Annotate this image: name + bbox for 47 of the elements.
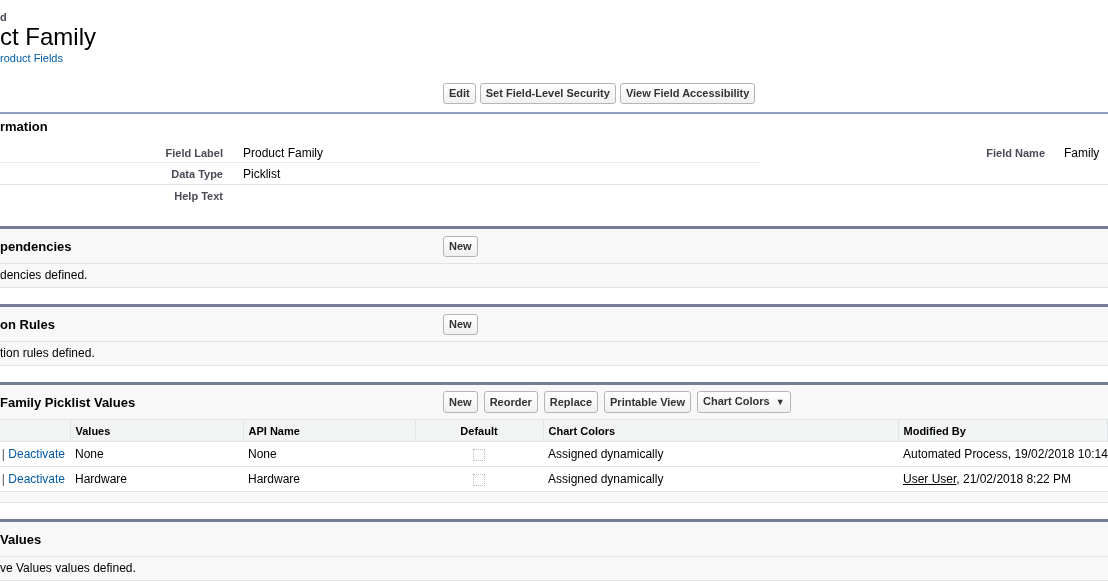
section-button[interactable]: New bbox=[443, 313, 478, 335]
column-header: API Name bbox=[243, 420, 415, 442]
field-label: Field Name bbox=[986, 146, 1045, 159]
table-cell: Hardware bbox=[70, 466, 243, 492]
section-button[interactable]: Printable View bbox=[604, 391, 691, 413]
deactivate-link[interactable]: Deactivate bbox=[8, 472, 65, 486]
empty-message: tion rules defined. bbox=[0, 346, 95, 360]
toolbar-button[interactable]: Edit bbox=[443, 83, 476, 104]
toolbar-button[interactable]: Set Field-Level Security bbox=[479, 83, 616, 104]
field-label: Data Type bbox=[170, 167, 224, 180]
table-cell: Assigned dynamically bbox=[543, 466, 898, 492]
user-name: Automated Process bbox=[903, 447, 1008, 461]
field-value: Family bbox=[1064, 145, 1100, 160]
section-title: pendencies bbox=[0, 238, 73, 254]
column-header: Chart Colors bbox=[543, 420, 898, 442]
page-title: ct Family bbox=[0, 24, 97, 50]
section-title: Values bbox=[0, 531, 43, 547]
back-link[interactable]: roduct Fields bbox=[0, 50, 63, 66]
modified-date: , 19/02/2018 10:14 bbox=[1007, 447, 1108, 461]
user-link[interactable]: User User bbox=[903, 472, 957, 486]
field-label: Help Text bbox=[173, 189, 224, 202]
breadcrumb: d bbox=[0, 10, 8, 24]
section-button[interactable]: Replace bbox=[543, 391, 598, 413]
field-value: Picklist bbox=[243, 166, 281, 181]
toolbar-button[interactable]: View Field Accessibility bbox=[619, 83, 756, 104]
deactivate-link[interactable]: Deactivate bbox=[8, 447, 65, 461]
table-cell: Assigned dynamically bbox=[543, 441, 898, 467]
section-button[interactable]: New bbox=[443, 235, 478, 257]
empty-message: dencies defined. bbox=[0, 268, 88, 282]
column-header: Default bbox=[415, 420, 543, 442]
empty-message: ve Values values defined. bbox=[0, 561, 136, 575]
table-cell: None bbox=[243, 441, 415, 467]
table-cell: Hardware bbox=[243, 466, 415, 492]
section-title: on Rules bbox=[0, 316, 56, 332]
section-title: rmation bbox=[0, 119, 48, 134]
field-label: Field Label bbox=[164, 146, 224, 159]
modified-date: , 21/02/2018 8:22 PM bbox=[956, 472, 1072, 486]
section-button[interactable]: Reorder bbox=[483, 391, 538, 413]
column-header: Modified By bbox=[898, 420, 1108, 442]
separator-text: | bbox=[1, 447, 5, 461]
table-cell: None bbox=[70, 441, 243, 467]
separator-text: | bbox=[1, 472, 5, 486]
section-title: Family Picklist Values bbox=[0, 394, 137, 410]
field-value: Product Family bbox=[243, 145, 324, 160]
section-button[interactable]: Chart Colors ▼ bbox=[697, 391, 791, 413]
section-button[interactable]: New bbox=[443, 391, 478, 413]
column-header: Values bbox=[70, 420, 243, 442]
